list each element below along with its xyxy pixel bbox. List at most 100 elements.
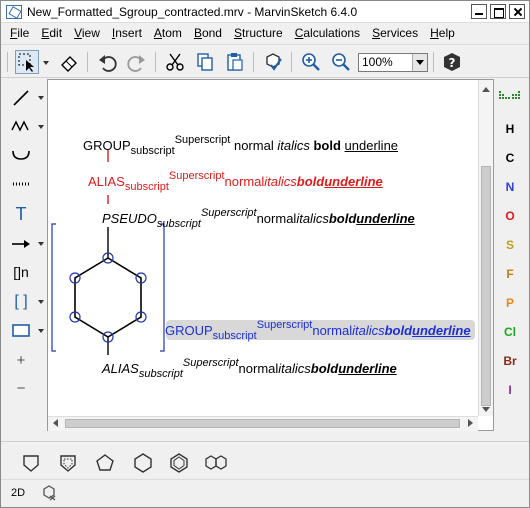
hexagon-ring-icon (134, 453, 152, 473)
maximize-button[interactable] (490, 4, 506, 19)
template-cyclopropane-button[interactable] (19, 452, 43, 474)
close-button[interactable] (509, 4, 525, 19)
template-cyclobutane-button[interactable] (56, 452, 80, 474)
scissors-icon (166, 53, 184, 71)
menu-insert[interactable]: Insert (106, 26, 148, 40)
marvinsketch-window: New_Formatted_Sgroup_contracted.mrv - Ma… (0, 0, 530, 508)
copy-button[interactable] (193, 50, 217, 74)
dotted-line-tool[interactable] (6, 173, 36, 195)
menu-bar: File Edit View Insert Atom Bond Structur… (1, 23, 529, 43)
copy-icon (197, 53, 213, 71)
title-bar: New_Formatted_Sgroup_contracted.mrv - Ma… (1, 1, 529, 23)
template-cyclopentane-button[interactable] (93, 452, 117, 474)
pseudo-label-row3[interactable]: PSEUDOsubscriptSuperscriptnormalitalicsb… (102, 207, 415, 230)
repeating-unit-tool[interactable]: []n (6, 261, 36, 283)
svg-text:?: ? (449, 56, 456, 70)
paste-icon (227, 53, 243, 71)
template-toolbar (1, 441, 529, 479)
zoom-level-value: 100% (362, 55, 393, 69)
element-p[interactable]: P (496, 296, 524, 310)
benzene-ring-icon (170, 453, 188, 473)
text-tool[interactable]: T (6, 203, 36, 225)
arrow-tool[interactable] (6, 233, 36, 255)
square-ring-icon (60, 455, 76, 472)
main-toolbar: 100% ? (1, 44, 529, 78)
decrease-charge-button[interactable]: − (6, 377, 36, 399)
element-i[interactable]: I (496, 383, 524, 397)
chevron-down-icon[interactable] (412, 54, 427, 71)
minimize-button[interactable] (471, 4, 487, 19)
scroll-right-icon[interactable] (467, 418, 475, 428)
structure-status-icon[interactable] (41, 485, 57, 501)
element-h[interactable]: H (496, 122, 524, 136)
dotted-line-icon (13, 182, 29, 186)
window-title: New_Formatted_Sgroup_contracted.mrv - Ma… (27, 5, 358, 19)
curly-tool[interactable] (6, 143, 36, 165)
element-br[interactable]: Br (496, 354, 524, 368)
shield-ring-icon (23, 455, 39, 472)
alias-label-row2[interactable]: ALIASsubscriptSuperscriptnormalitalicsbo… (88, 170, 383, 193)
horizontal-scrollbar-thumb[interactable] (65, 419, 460, 428)
sgroup-bracket-tool[interactable]: [ ] (6, 291, 36, 313)
redo-button[interactable] (125, 50, 149, 74)
select-icon (18, 53, 34, 72)
undo-button[interactable] (95, 50, 119, 74)
check-structure-button[interactable] (261, 50, 285, 74)
template-cyclohexane-button[interactable] (131, 452, 155, 474)
rectangle-tool[interactable] (6, 319, 36, 341)
redo-icon (127, 55, 145, 72)
marvin-app-icon (6, 5, 22, 19)
zoom-out-button[interactable] (329, 50, 353, 74)
erase-button[interactable] (57, 50, 81, 74)
zoom-in-button[interactable] (299, 50, 323, 74)
group-label-row1[interactable]: GROUPsubscriptSuperscript normal italics… (83, 134, 398, 157)
periodic-table-icon[interactable] (499, 91, 521, 101)
menu-file[interactable]: File (4, 26, 35, 40)
menu-atom[interactable]: Atom (148, 26, 188, 40)
scroll-up-icon[interactable] (481, 85, 491, 93)
menu-edit[interactable]: Edit (35, 26, 68, 40)
zoom-in-icon (302, 53, 320, 71)
template-naphthalene-button[interactable] (204, 452, 228, 474)
menu-bond[interactable]: Bond (188, 26, 228, 40)
bond-icon (13, 90, 29, 106)
zoom-level-select[interactable]: 100% (358, 53, 428, 72)
paste-button[interactable] (223, 50, 247, 74)
naphthalene-ring-icon (205, 455, 227, 470)
status-bar: 2D (1, 479, 529, 507)
element-toolbar: H C N O S F P Cl Br I (496, 79, 529, 435)
menu-view[interactable]: View (68, 26, 106, 40)
dimension-mode: 2D (11, 487, 26, 499)
alias-label-row5[interactable]: ALIASsubscriptSuperscriptnormalitalicsbo… (102, 357, 397, 380)
element-n[interactable]: N (496, 180, 524, 194)
template-benzene-button[interactable] (167, 452, 191, 474)
menu-calculations[interactable]: Calculations (289, 26, 366, 40)
zoom-out-icon (332, 53, 350, 71)
scroll-left-icon[interactable] (51, 418, 59, 428)
undo-icon (99, 55, 117, 72)
menu-services[interactable]: Services (366, 26, 424, 40)
element-s[interactable]: S (496, 238, 524, 252)
repeating-unit-label: []n (13, 264, 29, 280)
help-icon: ? (444, 53, 460, 71)
vertical-scrollbar-thumb[interactable] (481, 166, 491, 406)
menu-structure[interactable]: Structure (228, 26, 289, 40)
element-f[interactable]: F (496, 267, 524, 281)
chain-tool[interactable] (6, 115, 36, 137)
increase-charge-button[interactable]: + (6, 349, 36, 371)
cut-button[interactable] (163, 50, 187, 74)
rectangle-icon (12, 324, 30, 337)
single-bond-tool[interactable] (6, 87, 36, 109)
selection-tool-button[interactable] (15, 50, 39, 74)
help-button[interactable]: ? (440, 50, 464, 74)
element-cl[interactable]: Cl (496, 325, 524, 339)
element-c[interactable]: C (496, 151, 524, 165)
group-label-row4[interactable]: GROUPsubscriptSuperscriptnormalitalicsbo… (165, 319, 471, 342)
scroll-down-icon[interactable] (481, 406, 491, 414)
element-o[interactable]: O (496, 209, 524, 223)
menu-help[interactable]: Help (424, 26, 461, 40)
reaction-arrow-icon (12, 240, 30, 248)
curved-bond-icon (12, 150, 30, 160)
sgroup-bracket-label: [ ] (14, 293, 28, 310)
eraser-icon (61, 56, 77, 72)
